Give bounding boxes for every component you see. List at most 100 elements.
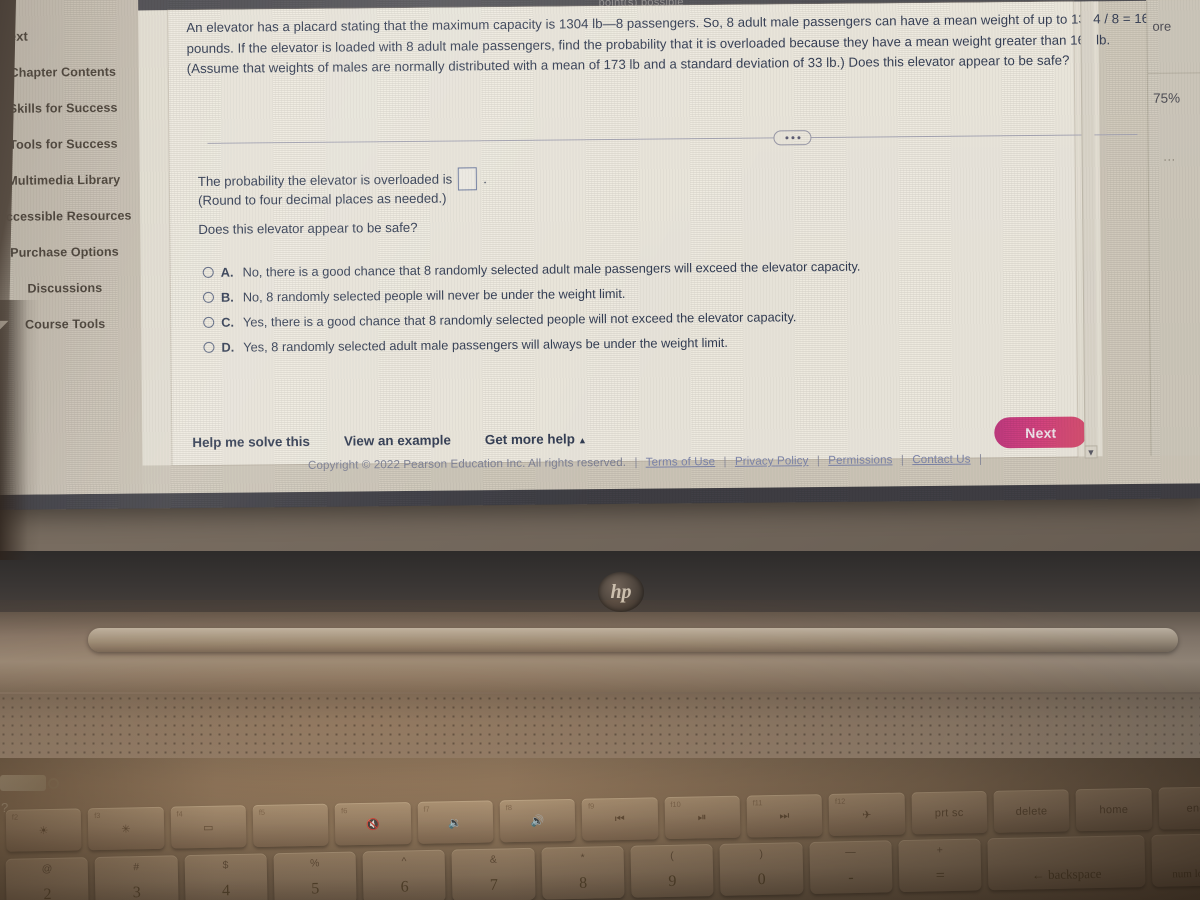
radio-icon[interactable] xyxy=(202,266,214,278)
key-f11-next[interactable]: f11 ⏭ xyxy=(746,794,823,838)
key-3[interactable]: #3 xyxy=(94,855,179,900)
key-f5[interactable]: f5 xyxy=(252,803,329,848)
key-0[interactable]: ) 0 xyxy=(719,842,804,896)
expand-collapse-toggle[interactable] xyxy=(773,130,812,146)
question-body: An elevator has a placard stating that t… xyxy=(186,10,1157,77)
choice-text: No, there is a good chance that 8 random… xyxy=(242,258,861,280)
sidebar-item-label: Tools for Success xyxy=(9,136,118,152)
key-f4[interactable]: f4 ▭ xyxy=(170,805,247,849)
key-shifted-label: — xyxy=(845,846,856,859)
key-4[interactable]: $4 xyxy=(184,853,268,900)
view-an-example-link[interactable]: View an example xyxy=(344,433,451,449)
footer-separator: | xyxy=(723,454,727,468)
question-panel: An elevator has a placard stating that t… xyxy=(168,1,1157,466)
key-minus[interactable]: — - xyxy=(809,840,893,895)
key-f7-volume-down[interactable]: f7 🔉 xyxy=(417,800,494,844)
next-button[interactable]: Next xyxy=(994,416,1088,449)
key-sup-label: f2 xyxy=(11,812,19,822)
key-equals[interactable]: + = xyxy=(898,838,982,893)
footer-separator: | xyxy=(978,452,983,466)
key-shifted-label: @ xyxy=(41,862,53,876)
choice-letter: A. xyxy=(220,264,234,280)
key-base-label: 6 xyxy=(400,878,409,896)
answer-prompt-label: The probability the elevator is overload… xyxy=(197,171,453,189)
key-6[interactable]: ^ 6 xyxy=(362,849,447,900)
key-end[interactable]: end xyxy=(1158,786,1200,830)
key-print-screen[interactable]: prt sc xyxy=(911,790,988,835)
key-shifted-label: # xyxy=(133,861,140,874)
laptop-screen: point(s) possible eText Chapter Contents… xyxy=(0,0,1200,510)
radio-icon[interactable] xyxy=(202,291,215,303)
choice-letter: B. xyxy=(220,289,234,305)
key-f12-airplane[interactable]: f12 ✈ xyxy=(828,792,905,836)
choice-letter: D. xyxy=(221,339,235,355)
key-f3[interactable]: f3 ✳ xyxy=(88,806,165,851)
key-home[interactable]: home xyxy=(1075,787,1152,832)
key-sup-label: f10 xyxy=(670,799,681,810)
chevron-up-icon: ▲ xyxy=(577,435,587,446)
key-glyph xyxy=(253,825,328,826)
key-f8-volume-up[interactable]: f8 🔊 xyxy=(499,798,576,843)
key-sup-label: f11 xyxy=(752,798,763,808)
key-5[interactable]: % 5 xyxy=(273,851,357,900)
key-base-label: 7 xyxy=(489,876,499,894)
dot-icon xyxy=(790,136,794,140)
key-sup-label: f12 xyxy=(834,796,846,806)
key-7[interactable]: & 7 xyxy=(451,847,536,900)
sidebar-item-tools-for-success[interactable]: Tools for Success xyxy=(0,126,140,163)
airplane-mode-icon: ✈ xyxy=(862,809,872,822)
key-delete[interactable]: delete xyxy=(993,789,1070,833)
sidebar-item-skills-for-success[interactable]: Skills for Success xyxy=(0,90,139,127)
sidebar-item-chapter-contents[interactable]: Chapter Contents xyxy=(0,54,139,91)
help-me-solve-this-link[interactable]: Help me solve this xyxy=(192,434,310,450)
choice-letter: C. xyxy=(221,314,235,330)
key-f2[interactable]: f2 ☀ xyxy=(5,808,82,852)
key-9[interactable]: (9 xyxy=(630,844,714,898)
key-2[interactable]: @2 xyxy=(5,857,89,900)
radio-icon[interactable] xyxy=(203,316,215,328)
terms-of-use-link[interactable]: Terms of Use xyxy=(646,455,716,469)
key-base-label: 9 xyxy=(668,872,677,890)
key-base-label: 0 xyxy=(757,870,766,889)
key-glyph: ▭ xyxy=(202,821,214,835)
get-more-help-link[interactable]: Get more help ▲ xyxy=(485,431,587,447)
sidebar-item-label: Accessible Resources xyxy=(0,208,132,224)
contact-us-link[interactable]: Contact Us xyxy=(912,453,970,467)
sidebar-item-purchase-options[interactable]: Purchase Options xyxy=(0,234,141,271)
key-glyph: end xyxy=(1186,802,1200,815)
key-sup-label: f6 xyxy=(341,806,348,816)
key-f10-playpause[interactable]: f10 ⏯ xyxy=(664,795,741,840)
key-num-lock[interactable]: num lock xyxy=(1150,833,1200,887)
key-sup-label: f3 xyxy=(94,810,101,821)
laptop-photo: point(s) possible eText Chapter Contents… xyxy=(0,0,1200,900)
key-sup-label: f5 xyxy=(258,807,266,817)
key-f6-mute[interactable]: f6 🔇 xyxy=(334,802,412,846)
key-glyph: delete xyxy=(1015,805,1048,819)
sidebar-item-label: Discussions xyxy=(27,280,103,296)
key-glyph: home xyxy=(1099,803,1129,817)
score-ellipsis: … xyxy=(1162,148,1178,164)
sidebar-item-accessible-resources[interactable]: Accessible Resources xyxy=(0,198,140,235)
question-action-bar: Help me solve this View an example Get m… xyxy=(192,416,1088,450)
permissions-link[interactable]: Permissions xyxy=(828,453,892,467)
section-divider xyxy=(207,133,1138,144)
key-backspace[interactable]: ← backspace xyxy=(987,835,1146,891)
period-text: . xyxy=(483,171,487,187)
radio-icon[interactable] xyxy=(203,341,215,353)
sidebar-item-etext[interactable]: eText xyxy=(0,17,139,55)
key-sup-label: f7 xyxy=(423,804,430,814)
key-base-label: - xyxy=(848,869,854,887)
key-f9-previous[interactable]: f9 ⏮ xyxy=(581,797,659,841)
key-shifted-label: $ xyxy=(222,859,229,872)
sidebar-item-multimedia-library[interactable]: Multimedia Library xyxy=(0,162,140,199)
sidebar-item-label: Purchase Options xyxy=(10,244,119,260)
probability-answer-input[interactable] xyxy=(458,167,478,191)
key-base-label: ← backspace xyxy=(1031,865,1102,883)
key-shifted-label: & xyxy=(489,853,497,866)
get-more-help-label: Get more help xyxy=(484,431,575,448)
privacy-policy-link[interactable]: Privacy Policy xyxy=(735,454,809,468)
key-8[interactable]: * 8 xyxy=(541,845,625,900)
key-glyph: ☀ xyxy=(38,825,49,838)
key-shifted-label: * xyxy=(580,851,585,864)
play-pause-icon: ⏯ xyxy=(697,811,707,824)
